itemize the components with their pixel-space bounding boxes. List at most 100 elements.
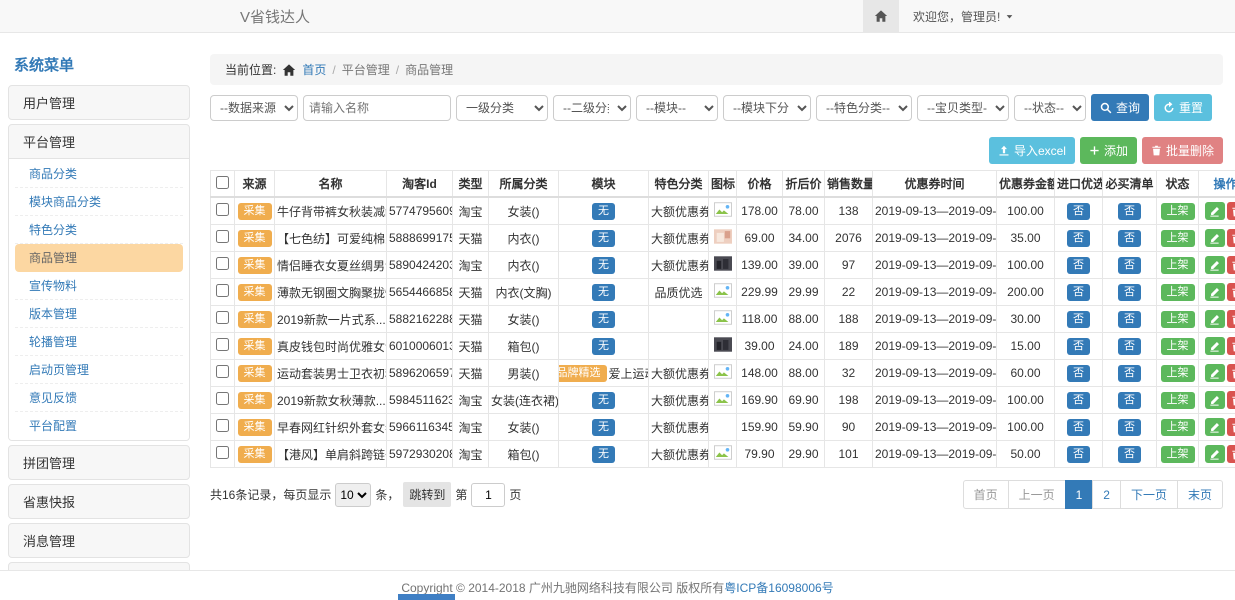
import-excel-button[interactable]: 导入excel (989, 137, 1075, 164)
import-select-toggle[interactable]: 否 (1067, 419, 1090, 436)
row-checkbox[interactable] (216, 392, 229, 405)
page-number-input[interactable] (471, 483, 505, 507)
search-button[interactable]: 查询 (1091, 94, 1149, 121)
must-buy-toggle[interactable]: 否 (1118, 230, 1141, 247)
edit-button[interactable] (1205, 391, 1225, 409)
delete-button[interactable] (1227, 337, 1235, 355)
delete-button[interactable] (1227, 391, 1235, 409)
edit-button[interactable] (1205, 418, 1225, 436)
must-buy-toggle[interactable]: 否 (1118, 365, 1141, 382)
status-toggle[interactable]: 上架 (1161, 257, 1195, 274)
sidebar-item-模块商品分类[interactable]: 模块商品分类 (15, 188, 183, 216)
import-select-toggle[interactable]: 否 (1067, 203, 1090, 220)
edit-button[interactable] (1205, 445, 1225, 463)
per-page-select[interactable]: 10 (335, 483, 371, 507)
sidebar-item-消息管理[interactable]: 消息管理 (9, 524, 189, 557)
must-buy-toggle[interactable]: 否 (1118, 311, 1141, 328)
must-buy-toggle[interactable]: 否 (1118, 338, 1141, 355)
status-select[interactable]: --状态-- (1014, 95, 1086, 121)
sidebar-item-省惠快报[interactable]: 省惠快报 (9, 485, 189, 518)
edit-button[interactable] (1205, 283, 1225, 301)
delete-button[interactable] (1227, 229, 1235, 247)
sidebar-item-启动页管理[interactable]: 启动页管理 (15, 356, 183, 384)
import-select-toggle[interactable]: 否 (1067, 446, 1090, 463)
must-buy-toggle[interactable]: 否 (1118, 446, 1141, 463)
delete-button[interactable] (1227, 445, 1235, 463)
status-toggle[interactable]: 上架 (1161, 284, 1195, 301)
sidebar-item-订单管理[interactable]: 订单管理 (9, 563, 189, 570)
item-type-select[interactable]: --宝贝类型-- (917, 95, 1009, 121)
sidebar-item-用户管理[interactable]: 用户管理 (9, 86, 189, 119)
sidebar-item-轮播管理[interactable]: 轮播管理 (15, 328, 183, 356)
import-select-toggle[interactable]: 否 (1067, 257, 1090, 274)
row-checkbox[interactable] (216, 203, 229, 216)
sidebar-item-商品分类[interactable]: 商品分类 (15, 160, 183, 188)
status-toggle[interactable]: 上架 (1161, 338, 1195, 355)
sidebar-item-意见反馈[interactable]: 意见反馈 (15, 384, 183, 412)
page-button-1[interactable]: 1 (1065, 480, 1094, 509)
sidebar-item-拼团管理[interactable]: 拼团管理 (9, 446, 189, 479)
home-button[interactable] (863, 0, 899, 32)
delete-button[interactable] (1227, 418, 1235, 436)
sidebar-item-宣传物料[interactable]: 宣传物料 (15, 272, 183, 300)
module-sub-select[interactable]: --模块下分类-- (723, 95, 811, 121)
status-toggle[interactable]: 上架 (1161, 365, 1195, 382)
status-toggle[interactable]: 上架 (1161, 392, 1195, 409)
jump-button[interactable]: 跳转到 (403, 482, 451, 507)
status-toggle[interactable]: 上架 (1161, 419, 1195, 436)
delete-button[interactable] (1227, 256, 1235, 274)
row-checkbox[interactable] (216, 257, 229, 270)
import-select-toggle[interactable]: 否 (1067, 392, 1090, 409)
sidebar-item-平台配置[interactable]: 平台配置 (15, 412, 183, 439)
edit-button[interactable] (1205, 364, 1225, 382)
user-menu[interactable]: 欢迎您，管理员! (913, 8, 1014, 25)
must-buy-toggle[interactable]: 否 (1118, 284, 1141, 301)
data-source-select[interactable]: --数据来源-- (210, 95, 298, 121)
batch-delete-button[interactable]: 批量删除 (1142, 137, 1223, 164)
status-toggle[interactable]: 上架 (1161, 446, 1195, 463)
select-all-checkbox[interactable] (216, 176, 229, 189)
must-buy-toggle[interactable]: 否 (1118, 257, 1141, 274)
import-select-toggle[interactable]: 否 (1067, 284, 1090, 301)
row-checkbox[interactable] (216, 230, 229, 243)
sidebar-item-特色分类[interactable]: 特色分类 (15, 216, 183, 244)
page-button-下一页[interactable]: 下一页 (1120, 480, 1178, 509)
must-buy-toggle[interactable]: 否 (1118, 203, 1141, 220)
row-checkbox[interactable] (216, 338, 229, 351)
sidebar-item-版本管理[interactable]: 版本管理 (15, 300, 183, 328)
must-buy-toggle[interactable]: 否 (1118, 392, 1141, 409)
import-select-toggle[interactable]: 否 (1067, 365, 1090, 382)
row-checkbox[interactable] (216, 365, 229, 378)
delete-button[interactable] (1227, 202, 1235, 220)
page-button-末页[interactable]: 末页 (1177, 480, 1223, 509)
edit-button[interactable] (1205, 256, 1225, 274)
status-toggle[interactable]: 上架 (1161, 203, 1195, 220)
page-button-首页[interactable]: 首页 (963, 480, 1009, 509)
page-button-上一页[interactable]: 上一页 (1008, 480, 1066, 509)
feature-category-select[interactable]: --特色分类-- (816, 95, 912, 121)
import-select-toggle[interactable]: 否 (1067, 338, 1090, 355)
must-buy-toggle[interactable]: 否 (1118, 419, 1141, 436)
row-checkbox[interactable] (216, 446, 229, 459)
breadcrumb-home-link[interactable]: 首页 (302, 61, 326, 78)
delete-button[interactable] (1227, 310, 1235, 328)
import-select-toggle[interactable]: 否 (1067, 230, 1090, 247)
row-checkbox[interactable] (216, 419, 229, 432)
page-button-2[interactable]: 2 (1092, 480, 1121, 509)
sidebar-item-平台管理[interactable]: 平台管理 (9, 125, 189, 158)
delete-button[interactable] (1227, 283, 1235, 301)
row-checkbox[interactable] (216, 311, 229, 324)
level1-category-select[interactable]: 一级分类 (456, 95, 548, 121)
reset-button[interactable]: 重置 (1154, 94, 1212, 121)
edit-button[interactable] (1205, 310, 1225, 328)
import-select-toggle[interactable]: 否 (1067, 311, 1090, 328)
status-toggle[interactable]: 上架 (1161, 230, 1195, 247)
name-search-input[interactable] (303, 95, 451, 121)
edit-button[interactable] (1205, 337, 1225, 355)
row-checkbox[interactable] (216, 284, 229, 297)
edit-button[interactable] (1205, 202, 1225, 220)
add-button[interactable]: 添加 (1080, 137, 1137, 164)
delete-button[interactable] (1227, 364, 1235, 382)
status-toggle[interactable]: 上架 (1161, 311, 1195, 328)
sidebar-item-商品管理[interactable]: 商品管理 (15, 244, 183, 272)
